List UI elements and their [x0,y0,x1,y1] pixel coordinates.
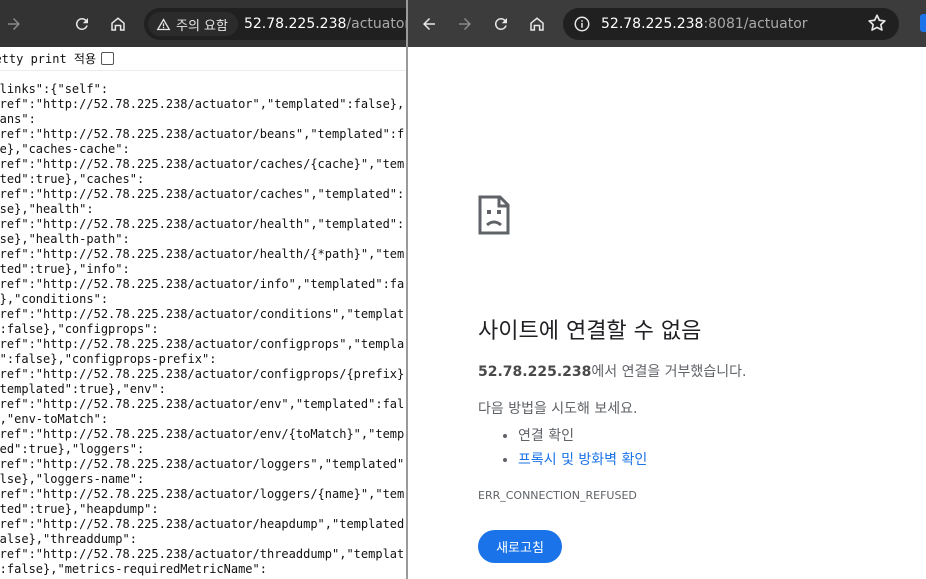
json-line: alse},"caches-cache": [0,142,130,156]
left-url-path: /actuator [346,16,406,32]
right-browser-window: 52.78.225.238:8081/actuator 사이트에 연결할 수 없… [408,0,926,579]
right-omnibox[interactable]: 52.78.225.238:8081/actuator [563,8,899,40]
try-label: 다음 방법을 시도해 보세요. [478,401,638,417]
right-toolbar: 52.78.225.238:8081/actuator [408,0,926,47]
suggestion-check-proxy-link[interactable]: 프록시 및 방화벽 확인 [518,452,647,468]
suggestion-check-connection: 연결 확인 [518,424,898,448]
json-line: {"href":"http://52.78.225.238/actuator/c… [0,337,405,351]
forward-icon[interactable] [0,10,28,38]
left-omnibox[interactable]: 주의 요함 52.78.225.238/actuator [144,8,406,40]
json-line: {"href":"http://52.78.225.238/actuator/c… [0,157,405,171]
home-icon[interactable] [523,10,551,38]
json-line: ed":false},"metrics-requiredMetricName": [0,562,267,576]
json-line: {"href":"http://52.78.225.238/actuator/c… [0,307,405,321]
json-line: se},"env-toMatch": [0,412,109,426]
right-url-host: 52.78.225.238 [601,16,704,32]
json-line: {"href":"http://52.78.225.238/actuator/e… [0,397,405,411]
json-line: {"href":"http://52.78.225.238/actuator/i… [0,277,405,291]
json-line: ":false},"threaddump": [0,532,137,546]
pretty-print-label: Pretty print 적용 [0,52,97,66]
warning-label: 주의 요함 [176,18,228,34]
security-warning-chip[interactable]: 주의 요함 [148,12,238,36]
json-line: ed":false},"configprops": [0,322,159,336]
json-line: {"href":"http://52.78.225.238/actuator/h… [0,517,405,531]
json-line: ","templated":true},"env": [0,382,166,396]
warning-icon [156,17,171,30]
left-url[interactable]: 52.78.225.238/actuator [244,16,406,32]
json-line: false},"health": [0,202,94,216]
json-line: {"_links":{"self": [0,82,109,96]
json-line: {"href":"http://52.78.225.238/actuator/b… [0,127,405,141]
site-info-icon[interactable] [573,15,591,33]
json-line: {"href":"http://52.78.225.238/actuator/l… [0,457,405,471]
left-browser-window: 주의 요함 52.78.225.238/actuator Pretty prin… [0,0,406,579]
json-line: ted":false},"configprops-prefix": [0,352,217,366]
json-line: "beans": [0,112,36,126]
sad-page-icon [478,195,510,235]
bookmark-star-icon[interactable] [866,12,888,34]
right-url[interactable]: 52.78.225.238:8081/actuator [601,16,808,32]
error-panel: 사이트에 연결할 수 없음 52.78.225.238에서 연결을 거부했습니다… [478,195,898,563]
reload-icon[interactable] [68,10,96,38]
json-line: plated":true},"heapdump": [0,502,159,516]
extension-icon[interactable] [920,14,926,32]
json-response-body: {"_links":{"self": {"href":"http://52.78… [0,82,404,577]
suggestion-check-proxy-item: 프록시 및 방화벽 확인 [518,448,898,472]
json-line: plated":true},"caches": [0,172,145,186]
error-title: 사이트에 연결할 수 없음 [478,319,702,344]
json-line: {"href":"http://52.78.225.238/actuator/h… [0,247,405,261]
error-code: ERR_CONNECTION_REFUSED [478,489,637,502]
error-message-suffix: 에서 연결을 거부했습니다. [591,364,747,380]
left-toolbar: 주의 요함 52.78.225.238/actuator [0,0,406,47]
reload-button[interactable]: 새로고침 [478,530,562,563]
json-line: false},"health-path": [0,232,130,246]
json-line: {"href":"http://52.78.225.238/actuator/t… [0,547,405,561]
json-line: {"href":"http://52.78.225.238/actuator",… [0,97,405,111]
pretty-print-checkbox[interactable] [101,52,115,65]
left-url-host: 52.78.225.238 [243,16,347,32]
forward-icon[interactable] [451,10,479,38]
back-icon[interactable] [415,10,443,38]
json-line: {"href":"http://52.78.225.238/actuator/l… [0,487,405,501]
json-line: {"href":"http://52.78.225.238/actuator/c… [0,187,405,201]
json-line: lse},"conditions": [0,292,109,306]
json-line: {"href":"http://52.78.225.238/actuator/e… [0,427,405,441]
suggestion-list: 연결 확인 프록시 및 방화벽 확인 [478,424,898,472]
pretty-print-bar: Pretty print 적용 [0,47,406,71]
error-message: 52.78.225.238에서 연결을 거부했습니다. [478,361,898,381]
home-icon[interactable] [104,10,132,38]
json-line: :false},"loggers-name": [0,472,145,486]
error-host: 52.78.225.238 [478,364,592,380]
json-line: {"href":"http://52.78.225.238/actuator/c… [0,367,405,381]
right-url-port-path: :8081/actuator [703,16,808,32]
reload-icon[interactable] [487,10,515,38]
json-line: plated":true},"info": [0,262,130,276]
json-line: lated":true},"loggers": [0,442,145,456]
json-line: {"href":"http://52.78.225.238/actuator/h… [0,217,405,231]
